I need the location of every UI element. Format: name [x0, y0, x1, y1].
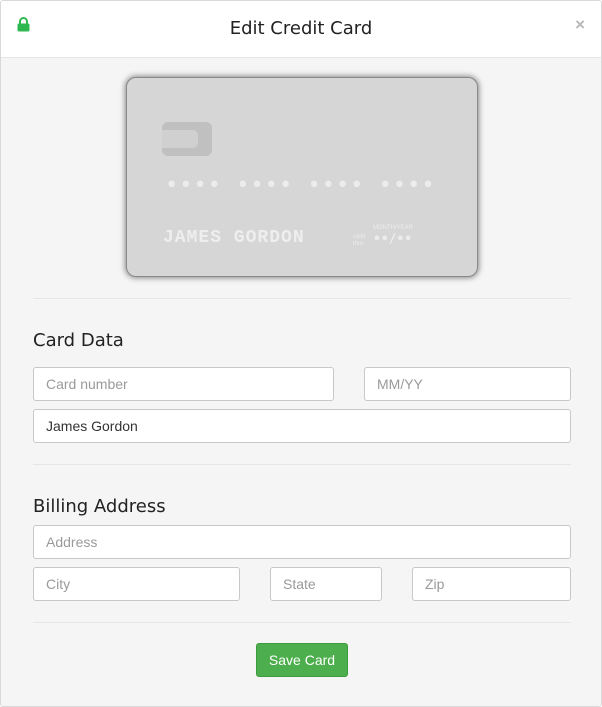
state-input[interactable]	[270, 567, 382, 601]
cardholder-name-input[interactable]	[33, 409, 571, 443]
billing-address-heading: Billing Address	[33, 496, 166, 517]
card-chip-contact	[162, 130, 198, 148]
card-preview-expiry-label: MONTH/YEAR	[373, 225, 414, 231]
credit-card-preview: •••• •••• •••• •••• JAMES GORDON valid t…	[126, 77, 478, 277]
zip-input[interactable]	[412, 567, 571, 601]
save-card-button[interactable]: Save Card	[256, 643, 348, 677]
close-icon[interactable]: ×	[575, 15, 585, 35]
city-input[interactable]	[33, 567, 240, 601]
expiry-input[interactable]	[364, 367, 571, 401]
divider	[33, 298, 571, 299]
card-number-input[interactable]	[33, 367, 334, 401]
card-preview-holder: JAMES GORDON	[163, 228, 305, 248]
address-input[interactable]	[33, 525, 571, 559]
card-data-heading: Card Data	[33, 330, 124, 351]
modal-title: Edit Credit Card	[229, 18, 373, 39]
card-preview-number: •••• •••• •••• ••••	[165, 173, 436, 198]
modal-header: Edit Credit Card ×	[1, 1, 601, 58]
card-preview-valid-label: valid thru	[353, 234, 366, 247]
divider	[33, 622, 571, 623]
card-chip-icon	[162, 122, 212, 156]
divider	[33, 464, 571, 465]
card-preview-expiry: ••/••	[373, 232, 413, 247]
